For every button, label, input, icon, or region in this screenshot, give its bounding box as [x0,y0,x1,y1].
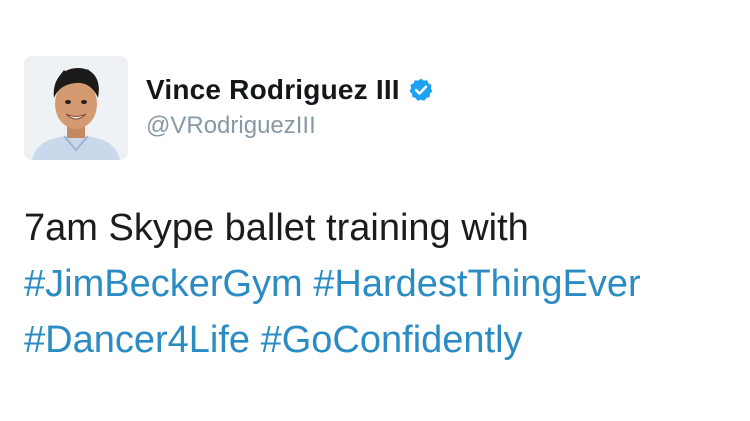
verified-badge-icon [408,77,434,103]
hashtag-link[interactable]: #HardestThingEver [313,263,640,305]
author-name[interactable]: Vince Rodriguez III [146,74,400,106]
hashtag-link[interactable]: #JimBeckerGym [24,263,303,305]
author-handle[interactable]: @VRodriguezIII [146,112,434,140]
hashtag-link[interactable]: #Dancer4Life [24,319,250,361]
author-name-row: Vince Rodriguez III [146,70,434,110]
hashtag-line-1: #JimBeckerGym #HardestThingEver [24,256,724,312]
tweet-body: 7am Skype ballet training with #JimBecke… [24,200,724,368]
hashtag-link[interactable]: #GoConfidently [261,319,523,361]
author-avatar[interactable] [24,56,128,160]
tweet-text-line: 7am Skype ballet training with [24,207,529,249]
avatar-image [24,56,128,160]
tweet-card: Vince Rodriguez III @VRodriguezIII 7am S… [0,0,750,421]
hashtag-line-2: #Dancer4Life #GoConfidently [24,312,724,368]
author-info: Vince Rodriguez III @VRodriguezIII [146,70,434,140]
